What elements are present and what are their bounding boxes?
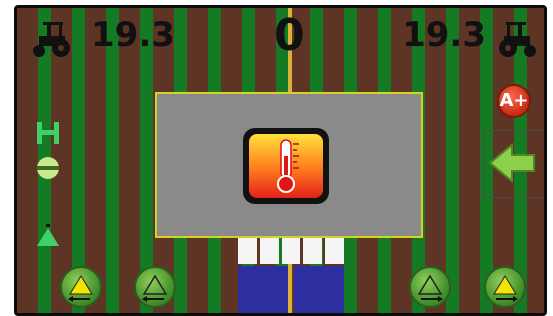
back-button[interactable] xyxy=(483,130,544,198)
section-cell xyxy=(259,236,279,264)
zoom-in-button[interactable]: A+ xyxy=(497,84,531,118)
triangle-outline-left-icon xyxy=(142,274,168,302)
speed-readout-right: 19.3 xyxy=(402,15,486,55)
section-status-row xyxy=(238,236,344,264)
triangle-right-icon xyxy=(493,275,518,302)
coverage-strip xyxy=(294,266,344,313)
tractor-icon xyxy=(33,22,70,57)
section-cell xyxy=(238,236,257,264)
boom-section-icon[interactable] xyxy=(34,120,62,148)
temperature-alert-panel xyxy=(155,92,423,238)
nudge-left-button[interactable] xyxy=(60,266,102,308)
coverage-strip xyxy=(238,266,288,313)
left-arrow-icon xyxy=(488,142,535,184)
shift-right-button[interactable] xyxy=(409,266,451,308)
a-plus-label: A+ xyxy=(499,90,529,111)
applied-coverage xyxy=(238,266,344,313)
thermometer-icon xyxy=(243,128,329,204)
section-cell xyxy=(281,236,301,264)
section-cell xyxy=(303,236,323,264)
guidance-screen: 19.3 0 19.3 A+ xyxy=(14,5,547,316)
shift-left-button[interactable] xyxy=(134,266,176,308)
tilt-icon[interactable] xyxy=(34,154,62,182)
nudge-right-button[interactable] xyxy=(484,266,526,308)
speed-readout-left: 19.3 xyxy=(91,15,175,55)
tractor-icon xyxy=(499,22,536,57)
boom-section-indicator xyxy=(238,236,344,313)
triangle-outline-right-icon xyxy=(417,274,443,302)
heading-triangle-icon[interactable] xyxy=(34,224,62,252)
cross-track-readout: 0 xyxy=(274,10,305,61)
left-toolbar xyxy=(34,120,62,256)
section-cell xyxy=(325,236,344,264)
triangle-left-icon xyxy=(68,275,93,302)
